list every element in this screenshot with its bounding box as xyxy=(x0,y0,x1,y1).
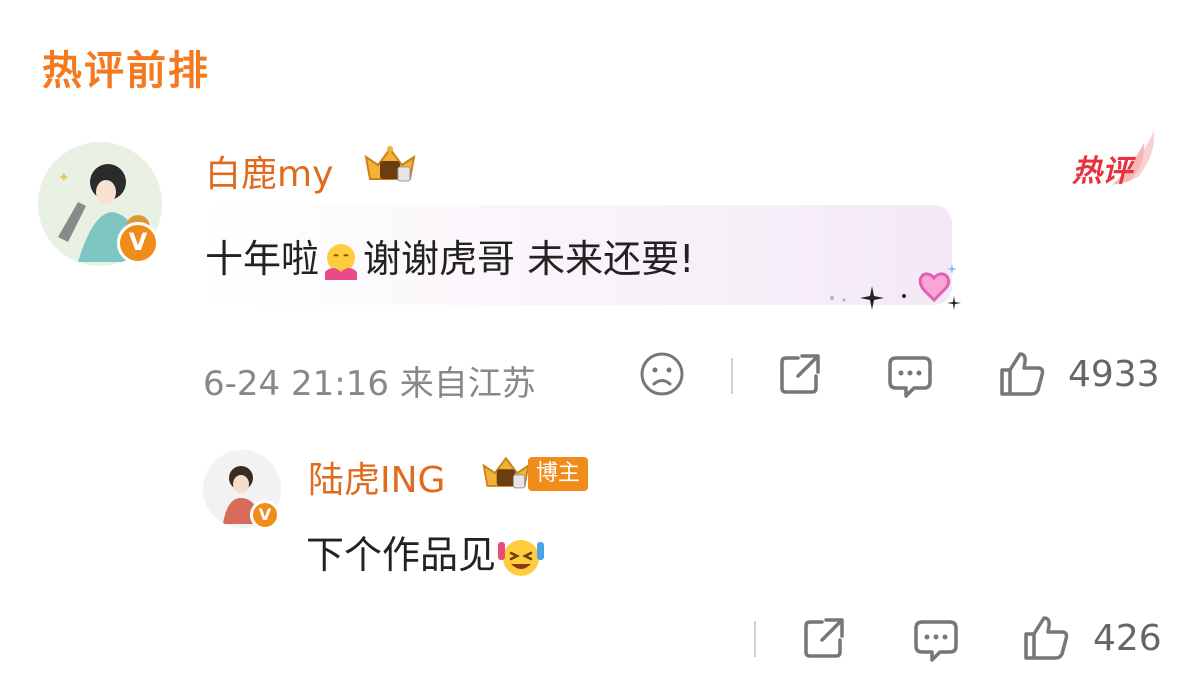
comment-location: 来自江苏 xyxy=(399,364,536,404)
crown-fan-badge-icon[interactable] xyxy=(362,143,418,187)
section-title: 热评前排 xyxy=(42,48,210,94)
verified-badge: V xyxy=(117,222,159,264)
comment-meta: 6-24 21:16 来自江苏 xyxy=(203,356,536,405)
reply-text: 下个作品见 xyxy=(306,524,546,580)
reply-like-icon[interactable] xyxy=(1022,614,1070,662)
share-icon[interactable] xyxy=(776,350,824,398)
comment-text: 十年啦 谢谢虎哥 未来还要! xyxy=(205,228,694,283)
reply-verified-badge: V xyxy=(250,500,280,530)
reply-username[interactable]: 陆虎ING xyxy=(308,451,445,503)
comment-username[interactable]: 白鹿my xyxy=(205,145,333,197)
comment-text-part1: 十年啦 xyxy=(205,237,320,281)
laugh-cry-emoji-icon xyxy=(498,539,545,576)
reply-share-icon[interactable] xyxy=(800,614,848,662)
reply-text-content: 下个作品见 xyxy=(306,533,497,577)
reply-divider xyxy=(754,621,756,657)
bubble-sparkle-heart-decoration xyxy=(830,264,961,310)
reply-like-count: 426 xyxy=(1093,618,1162,659)
hot-comment-label: 热评 xyxy=(1072,154,1132,189)
comment-text-part2: 谢谢虎哥 未来还要! xyxy=(363,237,695,281)
like-icon[interactable] xyxy=(998,350,1046,398)
blogger-tag: 博主 xyxy=(528,457,589,491)
reply-crown-fan-badge-icon[interactable] xyxy=(480,452,532,494)
dislike-face-icon[interactable] xyxy=(638,350,686,398)
divider xyxy=(731,358,733,394)
hug-emoji-icon xyxy=(325,243,358,280)
svg-text:✦: ✦ xyxy=(58,170,70,186)
like-count: 4933 xyxy=(1068,354,1160,395)
reply-comment-icon[interactable] xyxy=(912,616,960,664)
comment-time: 6-24 21:16 xyxy=(203,364,389,404)
comment-icon[interactable] xyxy=(886,352,934,400)
